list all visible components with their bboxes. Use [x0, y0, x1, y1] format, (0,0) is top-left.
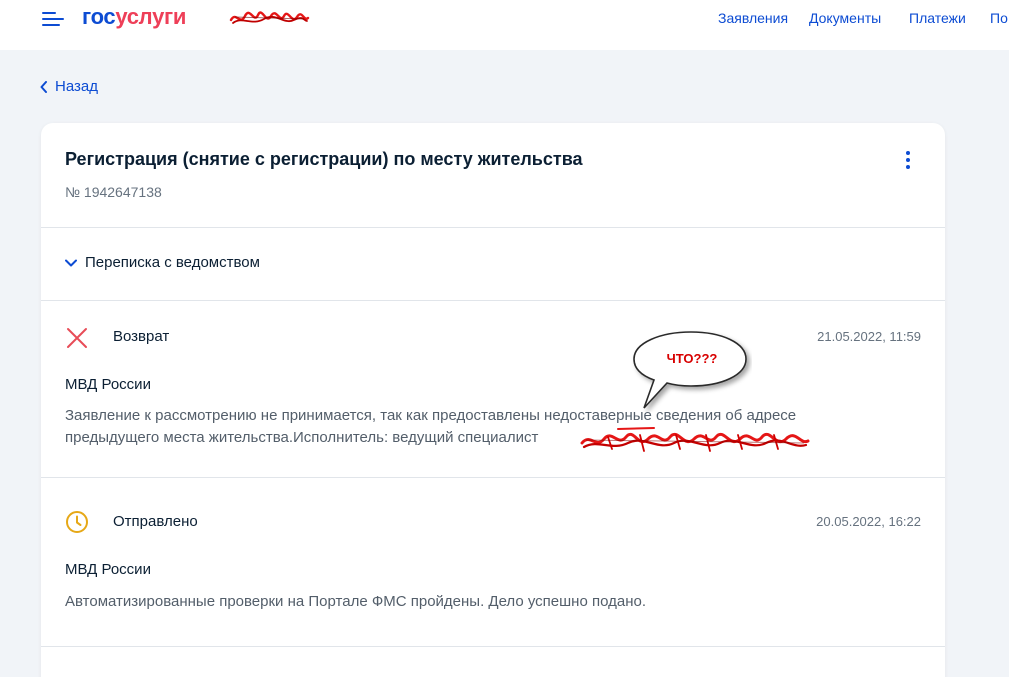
- event-date: 20.05.2022, 16:22: [816, 514, 921, 529]
- application-number: № 1942647138: [65, 184, 162, 200]
- event-message: Автоматизированные проверки на Портале Ф…: [65, 593, 647, 610]
- application-card: Регистрация (снятие с регистрации) по ме…: [41, 123, 945, 677]
- divider: [41, 300, 945, 301]
- bubble-text: ЧТО???: [667, 351, 718, 366]
- redaction-scribble: [229, 11, 310, 24]
- back-link[interactable]: Назад: [40, 78, 98, 95]
- logo-part-uslugi: услуги: [115, 4, 187, 29]
- divider: [41, 646, 945, 647]
- cross-icon: [67, 328, 87, 348]
- event-date: 21.05.2022, 11:59: [817, 329, 921, 344]
- gosuslugi-logo[interactable]: госуслуги: [82, 4, 186, 30]
- event-department: МВД России: [65, 376, 151, 393]
- chevron-down-icon: [65, 259, 77, 266]
- nav-payments[interactable]: Платежи: [909, 10, 966, 26]
- top-header: госуслуги Заявления Документы Платежи По: [0, 0, 1009, 50]
- correspondence-toggle[interactable]: Переписка с ведомством: [65, 254, 260, 271]
- nav-documents[interactable]: Документы: [809, 10, 881, 26]
- more-options-icon[interactable]: [903, 151, 913, 169]
- clock-icon: [66, 511, 88, 533]
- nav-more[interactable]: По: [990, 10, 1008, 26]
- event-status: Возврат: [113, 328, 170, 345]
- divider: [41, 227, 945, 228]
- event-department: МВД России: [65, 561, 151, 578]
- event-status: Отправлено: [113, 513, 198, 530]
- nav-applications[interactable]: Заявления: [718, 10, 788, 26]
- logo-part-gos: гос: [82, 4, 116, 29]
- chevron-left-icon: [40, 80, 47, 93]
- application-title: Регистрация (снятие с регистрации) по ме…: [65, 149, 583, 169]
- divider: [41, 477, 945, 478]
- correspondence-label: Переписка с ведомством: [85, 254, 260, 271]
- menu-icon[interactable]: [42, 10, 64, 28]
- speech-bubble-annotation: ЧТО???: [633, 331, 747, 409]
- back-label: Назад: [55, 78, 98, 95]
- redaction-scribble: [580, 427, 810, 452]
